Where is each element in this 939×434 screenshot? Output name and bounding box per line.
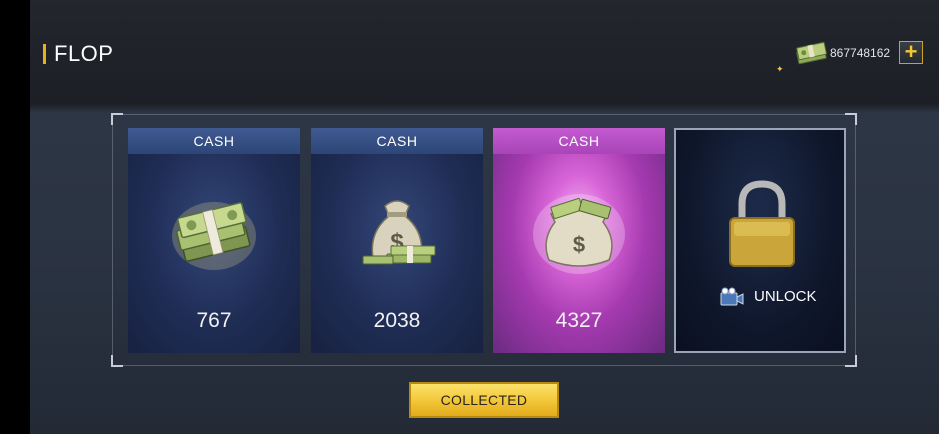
reward-card-cash-stack[interactable]: CASH 767 [128,128,300,353]
unlock-row[interactable]: UNLOCK [720,286,844,308]
card-value: 767 [196,309,232,332]
padlock-icon [729,180,795,267]
add-currency-button[interactable]: + [899,41,923,64]
frame-corner [111,355,123,367]
frame-corner [111,113,123,125]
card-label: CASH [311,128,483,154]
locked-reward-card[interactable]: UNLOCK [674,128,846,353]
cash-stack-icon [172,202,256,270]
header: FLOP 867748162 + [30,0,939,104]
money-bag-icon: $ [362,200,436,265]
svg-text:$: $ [573,232,585,257]
card-label: CASH [493,128,665,154]
cash-amount: 867748162 [830,46,891,60]
cash-icon [796,41,827,65]
currency-display: 867748162 + [790,40,930,66]
sparkle-icon: ✦ [776,64,784,74]
card-label: CASH [128,128,300,154]
reward-card-cash-sack-large[interactable]: CASH $ 4327 [493,128,665,353]
collected-button[interactable]: COLLECTED [409,382,559,418]
card-value: 2038 [373,309,421,332]
reward-card-cash-sack-small[interactable]: CASH $ 2038 [311,128,483,353]
video-film-icon [720,287,744,306]
title-accent-bar [43,44,46,64]
page-title: FLOP [54,41,114,66]
frame-corner [845,113,857,125]
card-value: 4327 [555,309,603,332]
frame-corner [845,355,857,367]
money-bag-icon: $ [533,194,625,274]
unlock-label: UNLOCK [754,288,817,305]
